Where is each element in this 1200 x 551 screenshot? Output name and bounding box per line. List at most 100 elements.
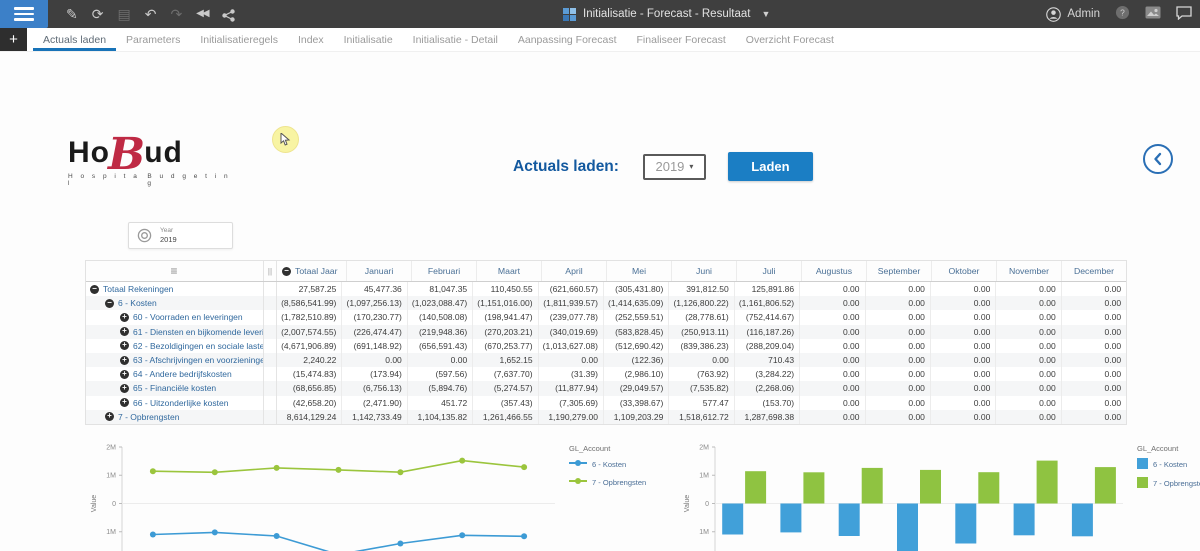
column-header-januari[interactable]: Januari bbox=[347, 261, 412, 281]
value-cell[interactable]: 1,142,733.49 bbox=[342, 410, 407, 424]
value-cell[interactable]: (752,414.67) bbox=[735, 310, 800, 324]
value-cell[interactable]: 0.00 bbox=[996, 296, 1061, 310]
value-cell[interactable]: 0.00 bbox=[1062, 353, 1126, 367]
value-cell[interactable]: (670,253.77) bbox=[473, 339, 538, 353]
legend-item[interactable]: 7 - Opbrengsten bbox=[569, 476, 671, 488]
collapse-panel-button[interactable] bbox=[1143, 144, 1173, 174]
tab-actuals-laden[interactable]: Actuals laden bbox=[33, 28, 116, 51]
value-cell[interactable]: 0.00 bbox=[800, 367, 865, 381]
value-cell[interactable]: (691,148.92) bbox=[342, 339, 407, 353]
value-cell[interactable]: (288,209.04) bbox=[735, 339, 800, 353]
value-cell[interactable]: 0.00 bbox=[800, 296, 865, 310]
tab-initialisatie-detail[interactable]: Initialisatie - Detail bbox=[403, 28, 508, 51]
value-cell[interactable]: 0.00 bbox=[866, 282, 931, 296]
value-cell[interactable]: (28,778.61) bbox=[669, 310, 734, 324]
expand-node-icon[interactable]: + bbox=[120, 370, 129, 379]
value-cell[interactable]: (1,782,510.89) bbox=[277, 310, 342, 324]
value-cell[interactable]: 0.00 bbox=[996, 282, 1061, 296]
value-cell[interactable]: 0.00 bbox=[800, 381, 865, 395]
value-cell[interactable]: (29,049.57) bbox=[604, 381, 669, 395]
value-cell[interactable]: 0.00 bbox=[800, 353, 865, 367]
value-cell[interactable]: 0.00 bbox=[1062, 396, 1126, 410]
tab-parameters[interactable]: Parameters bbox=[116, 28, 190, 51]
value-cell[interactable]: (5,894.76) bbox=[408, 381, 473, 395]
value-cell[interactable]: 45,477.36 bbox=[342, 282, 407, 296]
tab-initialisatieregels[interactable]: Initialisatieregels bbox=[190, 28, 288, 51]
value-cell[interactable]: 451.72 bbox=[408, 396, 473, 410]
grid-splitter[interactable]: || bbox=[264, 261, 277, 281]
value-cell[interactable]: 0.00 bbox=[931, 339, 996, 353]
value-cell[interactable]: 8,614,129.24 bbox=[277, 410, 342, 424]
value-cell[interactable]: (1,151,016.00) bbox=[473, 296, 538, 310]
value-cell[interactable]: (250,913.11) bbox=[669, 325, 734, 339]
value-cell[interactable]: 27,587.25 bbox=[277, 282, 342, 296]
add-sheet-button[interactable]: + bbox=[0, 28, 27, 51]
value-cell[interactable]: (153.70) bbox=[735, 396, 800, 410]
value-cell[interactable]: 0.00 bbox=[996, 410, 1061, 424]
expand-node-icon[interactable]: + bbox=[120, 356, 129, 365]
column-header-oktober[interactable]: Oktober bbox=[932, 261, 997, 281]
value-cell[interactable]: 0.00 bbox=[996, 339, 1061, 353]
value-cell[interactable]: 0.00 bbox=[866, 367, 931, 381]
column-header-april[interactable]: April bbox=[542, 261, 607, 281]
value-cell[interactable]: (6,756.13) bbox=[342, 381, 407, 395]
value-cell[interactable]: (763.92) bbox=[669, 367, 734, 381]
value-cell[interactable]: 0.00 bbox=[866, 396, 931, 410]
value-cell[interactable]: 710.43 bbox=[735, 353, 800, 367]
tab-aanpassing-forecast[interactable]: Aanpassing Forecast bbox=[508, 28, 627, 51]
screenshot-icon[interactable] bbox=[1145, 6, 1161, 22]
value-cell[interactable]: 0.00 bbox=[1062, 310, 1126, 324]
column-header-december[interactable]: December bbox=[1062, 261, 1126, 281]
value-cell[interactable]: 1,287,698.38 bbox=[735, 410, 800, 424]
collapse-columns-icon[interactable]: − bbox=[282, 267, 291, 276]
value-cell[interactable]: 1,518,612.72 bbox=[669, 410, 734, 424]
workbook-selector[interactable]: Initialisatie - Forecast - Resultaat ▼ bbox=[563, 0, 770, 28]
value-cell[interactable]: (219,948.36) bbox=[408, 325, 473, 339]
collapse-node-icon[interactable]: − bbox=[90, 285, 99, 294]
row-label[interactable]: 62 - Bezoldigingen en sociale lasten bbox=[133, 341, 263, 351]
value-cell[interactable]: 0.00 bbox=[1062, 282, 1126, 296]
value-cell[interactable]: (42,658.20) bbox=[277, 396, 342, 410]
value-cell[interactable]: 0.00 bbox=[800, 310, 865, 324]
value-cell[interactable]: (305,431.80) bbox=[604, 282, 669, 296]
row-label[interactable]: 60 - Voorraden en leveringen bbox=[133, 312, 243, 322]
value-cell[interactable]: 0.00 bbox=[931, 353, 996, 367]
value-cell[interactable]: 1,261,466.55 bbox=[473, 410, 538, 424]
row-label[interactable]: 61 - Diensten en bijkomende leveringen bbox=[133, 327, 263, 337]
save-icon[interactable]: ▤ bbox=[117, 0, 130, 28]
value-cell[interactable]: 0.00 bbox=[866, 410, 931, 424]
value-cell[interactable]: (122.36) bbox=[604, 353, 669, 367]
row-label[interactable]: 66 - Uitzonderlijke kosten bbox=[133, 398, 228, 408]
value-cell[interactable]: 0.00 bbox=[539, 353, 604, 367]
column-header-juli[interactable]: Juli bbox=[737, 261, 802, 281]
column-header-mei[interactable]: Mei bbox=[607, 261, 672, 281]
value-cell[interactable]: 0.00 bbox=[996, 325, 1061, 339]
value-cell[interactable]: 0.00 bbox=[996, 353, 1061, 367]
value-cell[interactable]: 0.00 bbox=[996, 367, 1061, 381]
expand-node-icon[interactable]: + bbox=[105, 412, 114, 421]
value-cell[interactable]: 0.00 bbox=[931, 296, 996, 310]
value-cell[interactable]: 2,240.22 bbox=[277, 353, 342, 367]
value-cell[interactable]: 0.00 bbox=[800, 325, 865, 339]
tab-overzicht-forecast[interactable]: Overzicht Forecast bbox=[736, 28, 844, 51]
value-cell[interactable]: (116,187.26) bbox=[735, 325, 800, 339]
value-cell[interactable]: (4,671,906.89) bbox=[277, 339, 342, 353]
value-cell[interactable]: 1,104,135.82 bbox=[408, 410, 473, 424]
value-cell[interactable]: 0.00 bbox=[342, 353, 407, 367]
column-header-totaal-jaar[interactable]: −Totaal Jaar bbox=[277, 261, 347, 281]
value-cell[interactable]: (656,591.43) bbox=[408, 339, 473, 353]
value-cell[interactable]: 0.00 bbox=[408, 353, 473, 367]
value-cell[interactable]: 0.00 bbox=[669, 353, 734, 367]
value-cell[interactable]: (839,386.23) bbox=[669, 339, 734, 353]
value-cell[interactable]: (270,203.21) bbox=[473, 325, 538, 339]
value-cell[interactable]: 0.00 bbox=[866, 310, 931, 324]
value-cell[interactable]: 0.00 bbox=[800, 339, 865, 353]
row-label[interactable]: 7 - Opbrengsten bbox=[118, 412, 179, 422]
value-cell[interactable]: (2,471.90) bbox=[342, 396, 407, 410]
value-cell[interactable]: 0.00 bbox=[800, 396, 865, 410]
value-cell[interactable]: (7,305.69) bbox=[539, 396, 604, 410]
value-cell[interactable]: (252,559.51) bbox=[604, 310, 669, 324]
expand-node-icon[interactable]: + bbox=[120, 384, 129, 393]
value-cell[interactable]: 81,047.35 bbox=[408, 282, 473, 296]
value-cell[interactable]: (340,019.69) bbox=[539, 325, 604, 339]
